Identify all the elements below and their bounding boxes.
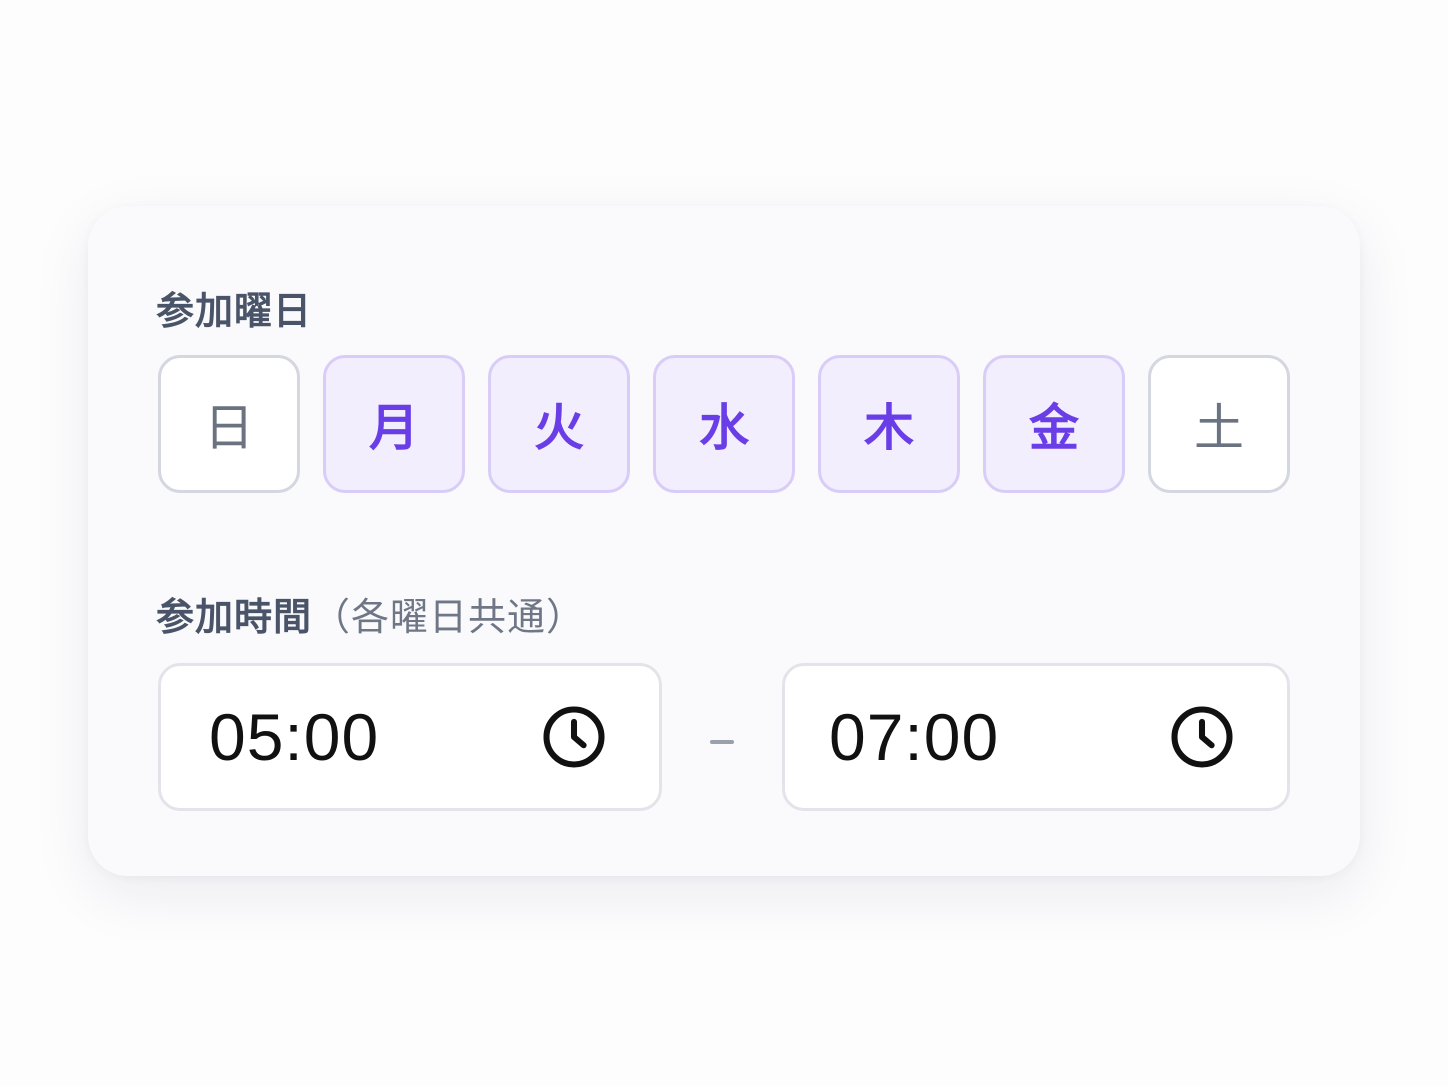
day-button-saturday[interactable]: 土 <box>1148 355 1290 493</box>
clock-icon[interactable] <box>541 704 607 770</box>
time-label-note: （各曜日共通） <box>312 595 586 639</box>
day-button-wednesday[interactable]: 水 <box>653 355 795 493</box>
start-time-input[interactable]: 05:00 <box>158 663 662 811</box>
day-button-friday[interactable]: 金 <box>983 355 1125 493</box>
schedule-card: 参加曜日 日 月 火 水 木 金 土 参加時間（各曜日共通） 05:00 07:… <box>88 206 1360 876</box>
end-time-input[interactable]: 07:00 <box>782 663 1290 811</box>
clock-icon[interactable] <box>1169 704 1235 770</box>
time-section-label: 参加時間（各曜日共通） <box>156 586 585 641</box>
day-button-tuesday[interactable]: 火 <box>488 355 630 493</box>
time-range-separator <box>710 740 734 744</box>
day-button-sunday[interactable]: 日 <box>158 355 300 493</box>
day-button-thursday[interactable]: 木 <box>818 355 960 493</box>
days-section-label: 参加曜日 <box>156 280 312 335</box>
day-selector: 日 月 火 水 木 金 土 <box>158 355 1290 493</box>
days-label-text: 参加曜日 <box>156 289 313 333</box>
start-time-value: 05:00 <box>209 700 380 774</box>
time-label-text: 参加時間 <box>156 595 313 639</box>
day-button-monday[interactable]: 月 <box>323 355 465 493</box>
end-time-value: 07:00 <box>829 700 1000 774</box>
